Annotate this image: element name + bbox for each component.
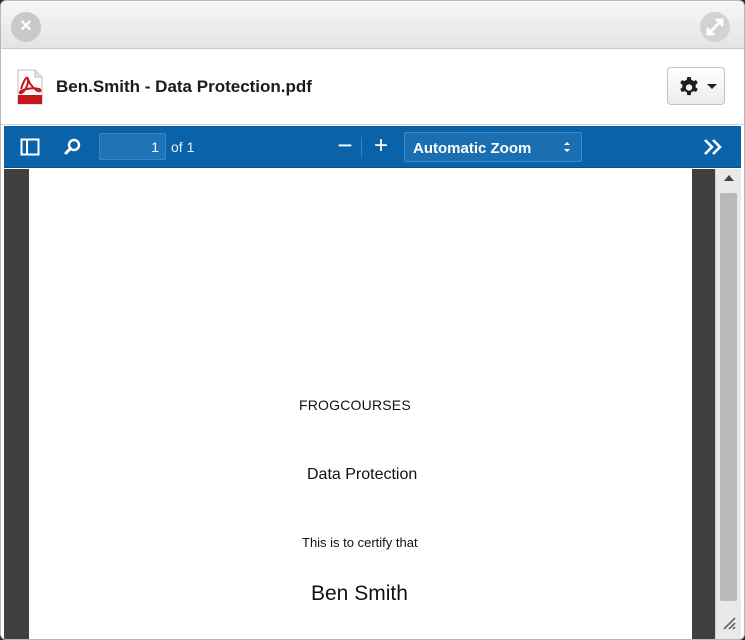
certificate-course-title: Data Protection	[307, 466, 418, 483]
settings-dropdown-button[interactable]	[667, 67, 725, 105]
scrollbar-thumb[interactable]	[720, 193, 737, 601]
gear-icon	[680, 77, 698, 96]
sidebar-toggle-icon[interactable]	[19, 136, 41, 158]
expand-button[interactable]	[700, 12, 730, 42]
close-button[interactable]: ×	[11, 12, 41, 42]
zoom-select-value: Automatic Zoom	[413, 140, 532, 157]
scroll-up-arrow-icon[interactable]	[724, 175, 734, 181]
select-arrows-icon	[564, 142, 570, 152]
dialog-title-bar: ×	[1, 1, 744, 49]
certificate-recipient-name: Ben Smith	[311, 582, 408, 605]
double-chevron-right-icon[interactable]	[701, 136, 725, 158]
file-header: Ben.Smith - Data Protection.pdf	[1, 50, 744, 125]
page-number-input[interactable]	[99, 133, 166, 160]
vertical-scrollbar[interactable]	[715, 169, 741, 639]
resize-grip-icon[interactable]	[719, 613, 737, 631]
pdf-page: FROGCOURSES Data Protection This is to c…	[29, 169, 692, 639]
search-icon[interactable]	[62, 136, 84, 158]
pdf-viewer-dialog: × Ben.Smith - Data Protection.pdf 1 of 1…	[0, 0, 745, 640]
expand-icon	[706, 18, 724, 36]
zoom-in-button[interactable]: +	[369, 133, 393, 159]
certificate-brand: FROGCOURSES	[299, 397, 411, 413]
pdf-file-icon	[17, 69, 43, 105]
toolbar-separator	[361, 137, 362, 157]
certificate-statement: This is to certify that	[302, 535, 418, 550]
chevron-down-icon	[707, 84, 717, 89]
zoom-out-button[interactable]: −	[333, 132, 357, 159]
page-count: of 1	[171, 139, 195, 155]
pdf-viewer-area[interactable]: FROGCOURSES Data Protection This is to c…	[4, 169, 715, 639]
close-icon: ×	[20, 15, 32, 37]
pdf-toolbar: of 1 − + Automatic Zoom	[4, 126, 741, 168]
file-title: Ben.Smith - Data Protection.pdf	[56, 77, 312, 96]
zoom-select[interactable]: Automatic Zoom	[404, 132, 582, 162]
